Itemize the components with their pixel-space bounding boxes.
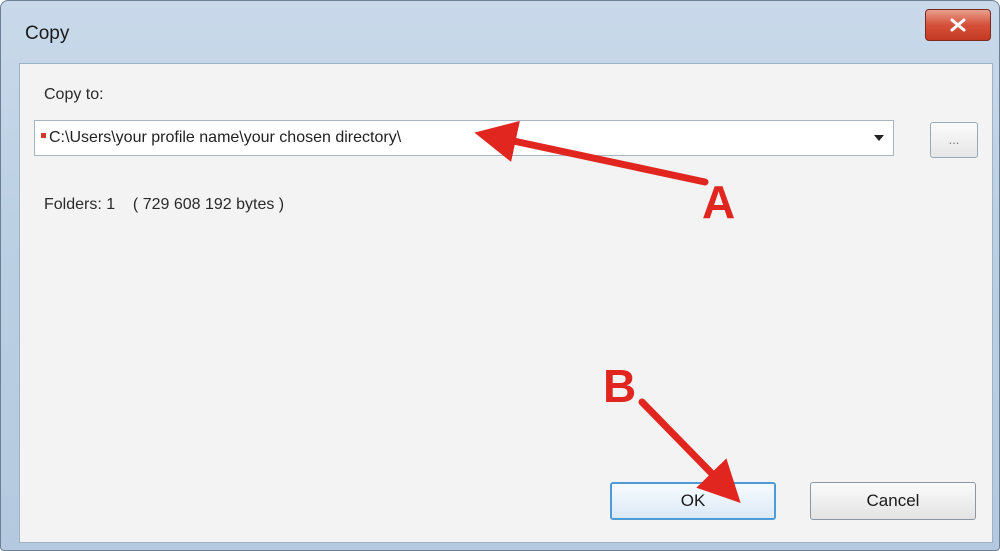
destination-combobox[interactable] xyxy=(34,120,894,156)
folders-info: Folders: 1 ( 729 608 192 bytes ) xyxy=(44,196,285,213)
cancel-button[interactable]: Cancel xyxy=(810,482,976,520)
window-title: Copy xyxy=(25,23,70,44)
copy-to-label: Copy to: xyxy=(44,86,104,103)
chevron-down-icon[interactable] xyxy=(871,132,887,144)
required-marker xyxy=(41,133,46,138)
close-icon xyxy=(950,18,966,32)
dialog-body: Copy to: ... Folders: 1 ( 729 608 192 by… xyxy=(19,63,993,543)
ok-button[interactable]: OK xyxy=(610,482,776,520)
close-button[interactable] xyxy=(925,9,991,41)
browse-button[interactable]: ... xyxy=(930,122,978,158)
title-bar: Copy xyxy=(1,1,999,63)
copy-dialog: Copy Copy to: ... Folders: 1 ( 729 608 1… xyxy=(0,0,1000,551)
destination-path-input[interactable] xyxy=(49,121,859,155)
